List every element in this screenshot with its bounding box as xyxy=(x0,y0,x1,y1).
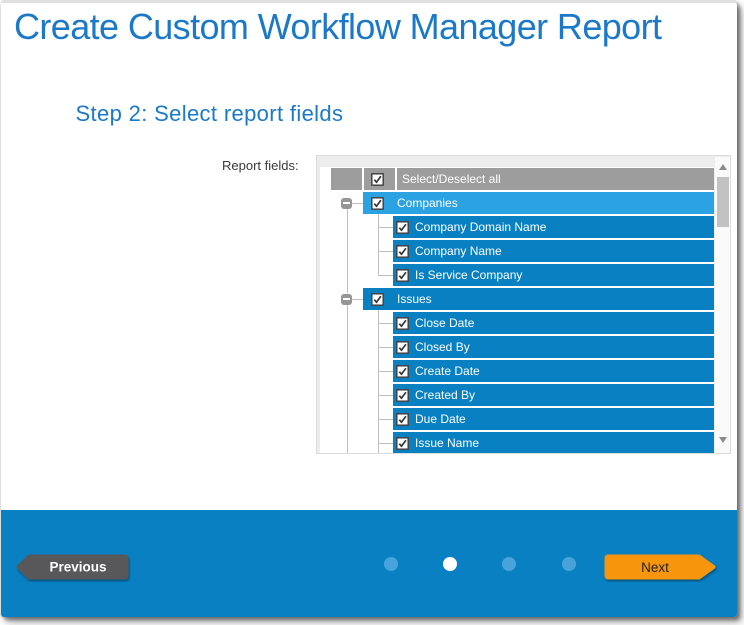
svg-text:Previous: Previous xyxy=(49,560,106,575)
svg-text:Next: Next xyxy=(641,560,669,575)
